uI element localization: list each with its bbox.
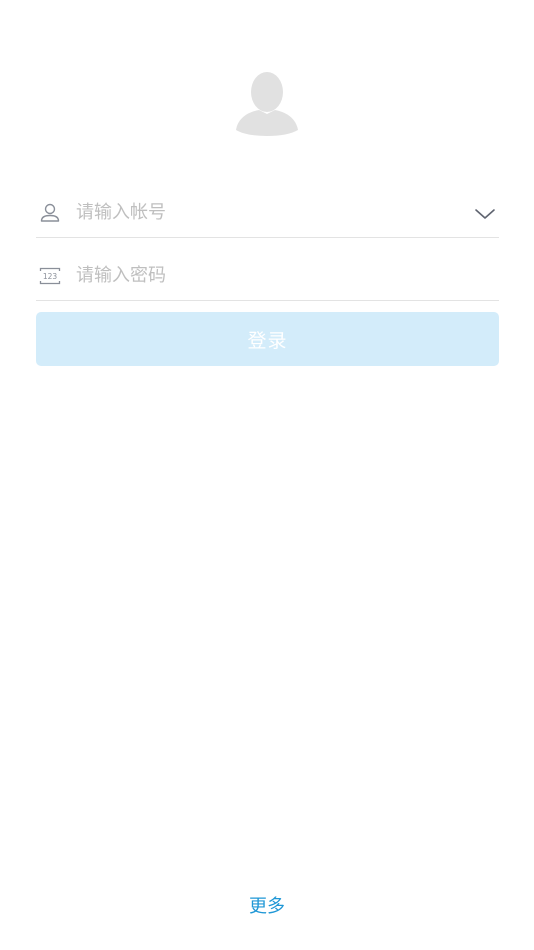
svg-text:123: 123 — [43, 272, 58, 281]
keypad-123-icon: 123 — [39, 267, 61, 285]
user-outline-icon — [40, 203, 60, 222]
more-link[interactable]: 更多 — [0, 892, 534, 918]
login-page: 123 登录 更多 — [0, 0, 534, 950]
account-input[interactable] — [76, 188, 466, 236]
password-field: 123 — [36, 251, 499, 301]
password-input[interactable] — [76, 251, 466, 299]
login-button[interactable]: 登录 — [36, 312, 499, 366]
avatar-placeholder-icon — [236, 72, 298, 136]
account-field — [36, 188, 499, 238]
chevron-down-icon[interactable] — [473, 202, 497, 226]
